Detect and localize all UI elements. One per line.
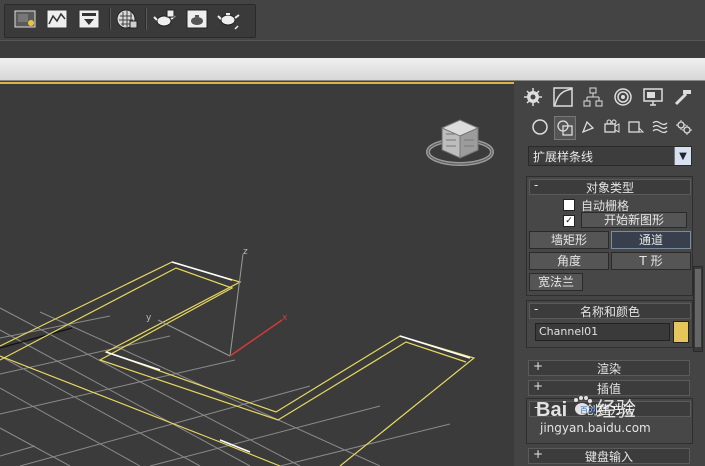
- motion-tab[interactable]: [610, 84, 636, 110]
- auto-grid-checkbox[interactable]: [563, 199, 575, 211]
- object-type-rollout: - 对象类型 自动栅格 ✓ 开始新图形 墙矩形 通道 角度 T 形 宽法兰: [526, 176, 693, 296]
- keyboard-entry-rollout-header[interactable]: + 键盘输入: [528, 447, 690, 464]
- object-color-swatch[interactable]: [673, 321, 689, 343]
- shape-highlights: [105, 261, 471, 453]
- axis-label-y: y: [146, 313, 152, 323]
- create-category-icons: [526, 116, 696, 140]
- render-setup-icon[interactable]: [12, 6, 38, 32]
- helpers-icon[interactable]: [626, 116, 646, 138]
- teapot-activeshade-icon[interactable]: [216, 6, 242, 32]
- hierarchy-tab[interactable]: [580, 84, 606, 110]
- object-name-field[interactable]: Channel01: [535, 323, 670, 341]
- axis-label-x: x: [282, 313, 288, 323]
- object-type-rollout-header[interactable]: - 对象类型: [529, 178, 691, 195]
- baidu-jingyan-watermark: Bai 百度 经验 jingyan.baidu.com: [536, 396, 686, 436]
- render-production-icon[interactable]: [76, 6, 102, 32]
- channel-button[interactable]: 通道: [611, 231, 691, 249]
- modify-tab[interactable]: [550, 84, 576, 110]
- perspective-viewport[interactable]: z y x: [0, 82, 514, 466]
- command-panel-tabs: [520, 84, 696, 110]
- systems-icon[interactable]: [674, 116, 694, 138]
- axis-label-z: z: [243, 247, 248, 257]
- dropdown-value: 扩展样条线: [533, 150, 594, 164]
- scrollbar-thumb[interactable]: [695, 269, 701, 347]
- rollout-title: 对象类型: [585, 181, 634, 195]
- start-new-shape-button[interactable]: 开始新图形: [581, 212, 687, 228]
- spacewarps-icon[interactable]: [650, 116, 670, 138]
- create-tab[interactable]: [520, 84, 546, 110]
- command-panel-scrollbar[interactable]: [693, 266, 703, 352]
- viewport-canvas[interactable]: z y x: [0, 84, 514, 466]
- name-color-rollout-header[interactable]: - 名称和颜色: [529, 302, 691, 319]
- start-new-shape-checkbox[interactable]: ✓: [563, 215, 575, 227]
- viewport-header-bar: [0, 58, 705, 81]
- wall-rectangle-button[interactable]: 墙矩形: [529, 231, 609, 249]
- rollout-title: 渲染: [596, 362, 621, 376]
- tee-button[interactable]: T 形: [611, 252, 691, 270]
- axis-tripod: z y x: [146, 247, 288, 357]
- interpolation-rollout-header[interactable]: + 插值: [528, 379, 690, 396]
- rollout-title: 名称和颜色: [579, 305, 640, 319]
- cameras-icon[interactable]: [602, 116, 622, 138]
- chevron-down-icon[interactable]: ▼: [674, 147, 691, 165]
- teapot-iterative-icon[interactable]: [152, 6, 178, 32]
- status-strip: [0, 40, 705, 59]
- watermark-url: jingyan.baidu.com: [539, 421, 651, 435]
- display-tab[interactable]: [640, 84, 666, 110]
- render-rollout-header[interactable]: + 渲染: [528, 359, 690, 376]
- utilities-tab[interactable]: [670, 84, 696, 110]
- toolbar-separator: [145, 8, 147, 30]
- angle-button[interactable]: 角度: [529, 252, 609, 270]
- watermark-suffix: 经验: [596, 397, 636, 421]
- toolbar-separator: [109, 8, 111, 30]
- shapes-icon[interactable]: [554, 116, 576, 140]
- teapot-render-icon[interactable]: [184, 6, 210, 32]
- geometry-icon[interactable]: [530, 116, 550, 138]
- rollout-title: 键盘输入: [584, 450, 633, 464]
- main-toolbar: [0, 0, 705, 40]
- rollout-title: 插值: [596, 382, 621, 396]
- name-color-rollout: - 名称和颜色 Channel01: [526, 300, 693, 348]
- wide-flange-button[interactable]: 宽法兰: [529, 273, 583, 291]
- watermark-brand: Bai: [536, 399, 567, 421]
- viewcube-icon[interactable]: [426, 119, 494, 166]
- material-editor-icon[interactable]: [114, 6, 140, 32]
- watermark-brand-du: 百度: [580, 405, 596, 415]
- shape-category-dropdown[interactable]: 扩展样条线 ▼: [528, 146, 692, 166]
- lights-icon[interactable]: [578, 116, 598, 138]
- rendered-frame-window-icon[interactable]: [44, 6, 70, 32]
